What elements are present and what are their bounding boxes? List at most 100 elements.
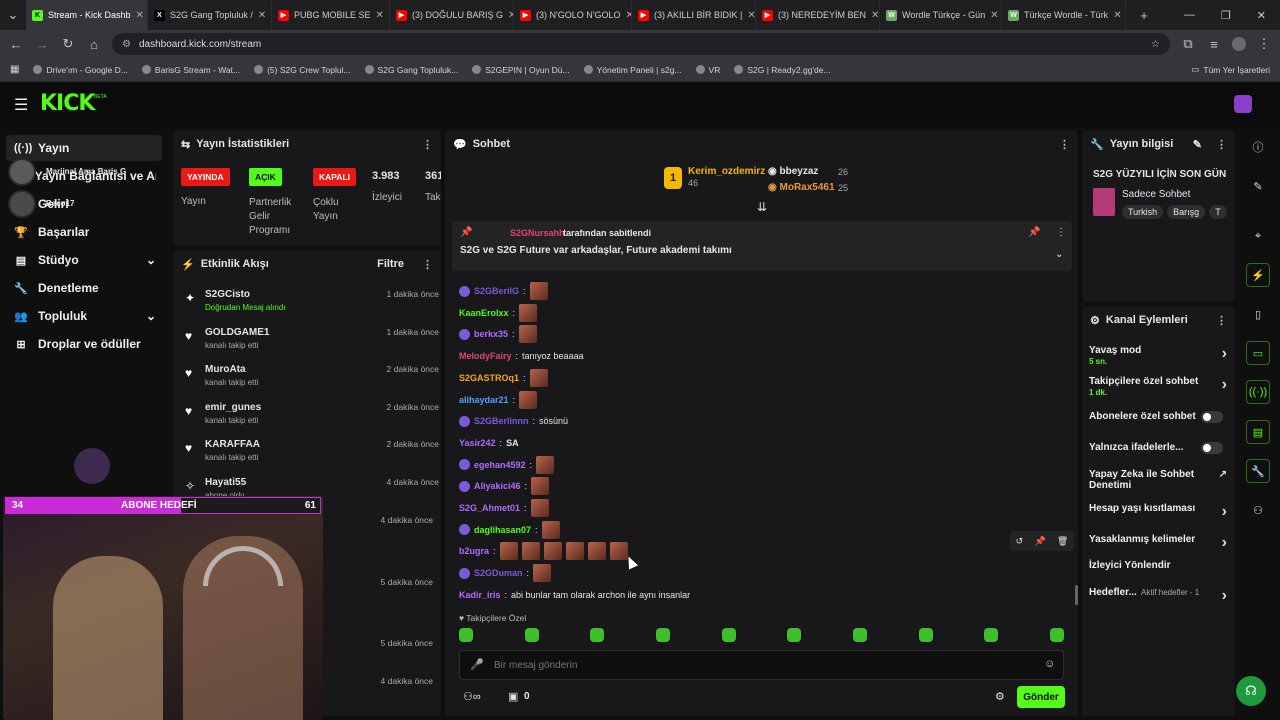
chat-message[interactable]: S2GDuman:: [459, 563, 552, 583]
tab-close-icon[interactable]: ✕: [376, 10, 384, 21]
tab-close-icon[interactable]: ✕: [871, 10, 879, 21]
activity-event[interactable]: ♥ emir_gunes kanalı takip etti 2 dakika önc…: [181, 400, 439, 436]
chat-username[interactable]: Yasir242: [459, 438, 496, 448]
tab-close-icon[interactable]: ✕: [747, 10, 755, 21]
pin-message-icon[interactable]: 📌: [1034, 536, 1045, 547]
window-close-icon[interactable]: ✕: [1257, 9, 1266, 22]
kick-logo[interactable]: KICK: [40, 91, 95, 116]
chat-message[interactable]: alihaydar21:: [459, 390, 538, 410]
chat-message[interactable]: berkx35:: [459, 324, 537, 344]
bookmark-star-icon[interactable]: ☆: [1151, 39, 1160, 50]
bookmark-item[interactable]: VR: [695, 65, 720, 75]
top-gifter-3[interactable]: ◉ MoRax5461: [768, 182, 835, 193]
channel-action-8[interactable]: Hedefler... Aktif hedefler - 1 ›: [1089, 587, 1227, 604]
restore-icon[interactable]: ❐: [1221, 9, 1231, 22]
tab-close-icon[interactable]: ✕: [990, 10, 998, 21]
browser-tab[interactable]: K Stream - Kick Dashb ✕: [26, 0, 148, 30]
browser-tab[interactable]: X S2G Gang Topluluk / ✕: [148, 0, 272, 30]
filter-button[interactable]: Filtre: [377, 258, 404, 270]
channel-action-2[interactable]: Abonelere özel sohbet: [1089, 411, 1227, 423]
chat-username[interactable]: KaanErolxx: [459, 308, 509, 318]
channel-action-6[interactable]: Yasaklanmış kelimeler ›: [1089, 534, 1227, 551]
chat-message[interactable]: b2ugra:: [459, 541, 628, 561]
chat-message[interactable]: Aliyakici46:: [459, 476, 550, 496]
send-button[interactable]: Gönder: [1017, 686, 1065, 708]
bookmark-item[interactable]: S2G Gang Topluluk...: [364, 65, 458, 75]
chat-username[interactable]: egehan4592: [474, 460, 526, 470]
tab-close-icon[interactable]: ✕: [1113, 10, 1121, 21]
chat-input[interactable]: 🎤 ☺: [459, 650, 1064, 680]
rail-chat-icon[interactable]: ▭: [1246, 341, 1270, 365]
top-gifter-2[interactable]: ◉ bbeyzaz: [768, 166, 818, 177]
profile-avatar[interactable]: [1232, 37, 1246, 51]
chat-username[interactable]: S2G_Ahmet01: [459, 503, 520, 513]
quick-emote-icon[interactable]: [787, 628, 802, 642]
new-tab-button[interactable]: +: [1136, 8, 1152, 23]
activity-event[interactable]: ✦ S2GCisto Doğrudan Mesaj alındı 1 dakika ö…: [181, 287, 439, 323]
chat-message[interactable]: daglihasan07:: [459, 520, 560, 540]
all-bookmarks[interactable]: ▭ Tüm Yer İşaretleri: [1191, 64, 1270, 75]
activity-event[interactable]: ♥ KARAFFAA kanalı takip etti 2 dakika önce: [181, 437, 439, 473]
browser-tab[interactable]: ▶ PUBG MOBILE SE ✕: [272, 0, 390, 30]
actions-menu-icon[interactable]: ⋮: [1216, 314, 1227, 327]
rail-pen-icon[interactable]: ✎: [1246, 174, 1270, 198]
extensions-icon[interactable]: ⧉: [1180, 36, 1196, 52]
chat-username[interactable]: S2GBerilG: [474, 286, 519, 296]
quick-emote-icon[interactable]: [459, 628, 473, 642]
rail-bolt-icon[interactable]: ⚡: [1246, 263, 1270, 287]
pinned-expand-icon[interactable]: ⌄: [1055, 249, 1063, 260]
quick-emote-icon[interactable]: [984, 628, 999, 642]
quick-emote-icon[interactable]: [918, 628, 933, 642]
browser-tab[interactable]: ▶ (3) NEREDEYİM BEN ✕: [756, 0, 880, 30]
chat-menu-icon[interactable]: ⋮: [1059, 138, 1070, 151]
sidebar-item-5[interactable]: 🔧 Denetleme: [0, 274, 170, 302]
browser-tab[interactable]: W Wordle Türkçe - Gün ✕: [880, 0, 1002, 30]
channel-action-0[interactable]: Yavaş mod 5 sn. ›: [1089, 345, 1227, 366]
chat-username[interactable]: berkx35: [474, 329, 508, 339]
chat-message[interactable]: S2GBerlinnn: sösünü: [459, 411, 568, 431]
emoji-icon[interactable]: ☺: [1044, 658, 1055, 670]
quick-emote-icon[interactable]: [655, 628, 670, 642]
chat-username[interactable]: S2GASTROq1: [459, 373, 519, 383]
bookmark-item[interactable]: Drive'ım - Google D...: [33, 65, 128, 75]
activity-event[interactable]: ♥ GOLDGAME1 kanalı takip etti 1 dakika önce: [181, 325, 439, 361]
browser-tab[interactable]: ▶(3) DOĞULU BARIŞ G✕: [390, 0, 514, 30]
chat-username[interactable]: S2GDuman: [474, 568, 523, 578]
forward-icon[interactable]: →: [34, 37, 50, 52]
site-info-icon[interactable]: ⚙: [122, 39, 131, 50]
stats-menu-icon[interactable]: ⋮: [422, 138, 433, 151]
channel-action-5[interactable]: Hesap yaşı kısıtlaması ›: [1089, 503, 1227, 520]
pinned-message[interactable]: 📌 S2GNursahh tarafından sabitlendi S2G v…: [452, 221, 1072, 271]
support-button[interactable]: ☊: [1236, 676, 1266, 706]
chat-username[interactable]: alihaydar21: [459, 395, 509, 405]
edit-icon[interactable]: ✎: [1193, 138, 1202, 151]
sidebar-item-7[interactable]: ⊞ Droplar ve ödüller: [0, 330, 170, 358]
hamburger-menu-icon[interactable]: ☰: [14, 95, 28, 115]
chat-username[interactable]: MelodyFairy: [459, 351, 512, 361]
rail-broadcast-icon[interactable]: ((·)): [1246, 380, 1270, 404]
bookmark-item[interactable]: Yönetim Paneli | s2g...: [583, 65, 682, 75]
home-icon[interactable]: ⌂: [86, 37, 102, 52]
rail-people-icon[interactable]: ⚇: [1246, 498, 1270, 522]
bookmark-item[interactable]: (5) S2G Crew Toplul...: [254, 65, 351, 75]
quick-emote-icon[interactable]: [590, 628, 605, 642]
bookmark-item[interactable]: S2GEPIN | Oyun Dü...: [472, 65, 570, 75]
chat-scrollbar[interactable]: [1075, 585, 1078, 605]
user-avatar[interactable]: [1234, 95, 1252, 113]
chat-username[interactable]: S2GBerlinnn: [474, 416, 529, 426]
channel-action-4[interactable]: Yapay Zeka ile Sohbet Denetimi ↗: [1089, 469, 1227, 491]
scroll-down-icon[interactable]: ⇊: [757, 200, 767, 214]
channel-action-1[interactable]: Takipçilere özel sohbet 1 dk. ›: [1089, 376, 1227, 397]
browser-tab[interactable]: ▶ (3) AKILLI BİR BIDIK | ✕: [632, 0, 756, 30]
browser-tab[interactable]: ▶(3) N'GOLO N'GOLO✕: [514, 0, 632, 30]
tag-chip[interactable]: Barışg: [1167, 205, 1206, 219]
tag-chip[interactable]: Turkish: [1122, 205, 1164, 219]
quick-emote-icon[interactable]: [524, 628, 539, 642]
chat-username[interactable]: b2ugra: [459, 546, 489, 556]
chat-message[interactable]: Kadir_iris: abi bunlar tam olarak archon …: [459, 585, 690, 605]
media-icon[interactable]: ≡: [1206, 37, 1222, 52]
mic-icon[interactable]: 🎤: [470, 658, 484, 671]
unpin-icon[interactable]: 📌: [1028, 227, 1040, 238]
chat-input-field[interactable]: [494, 657, 1014, 673]
tab-search-icon[interactable]: ⌄: [0, 7, 26, 23]
